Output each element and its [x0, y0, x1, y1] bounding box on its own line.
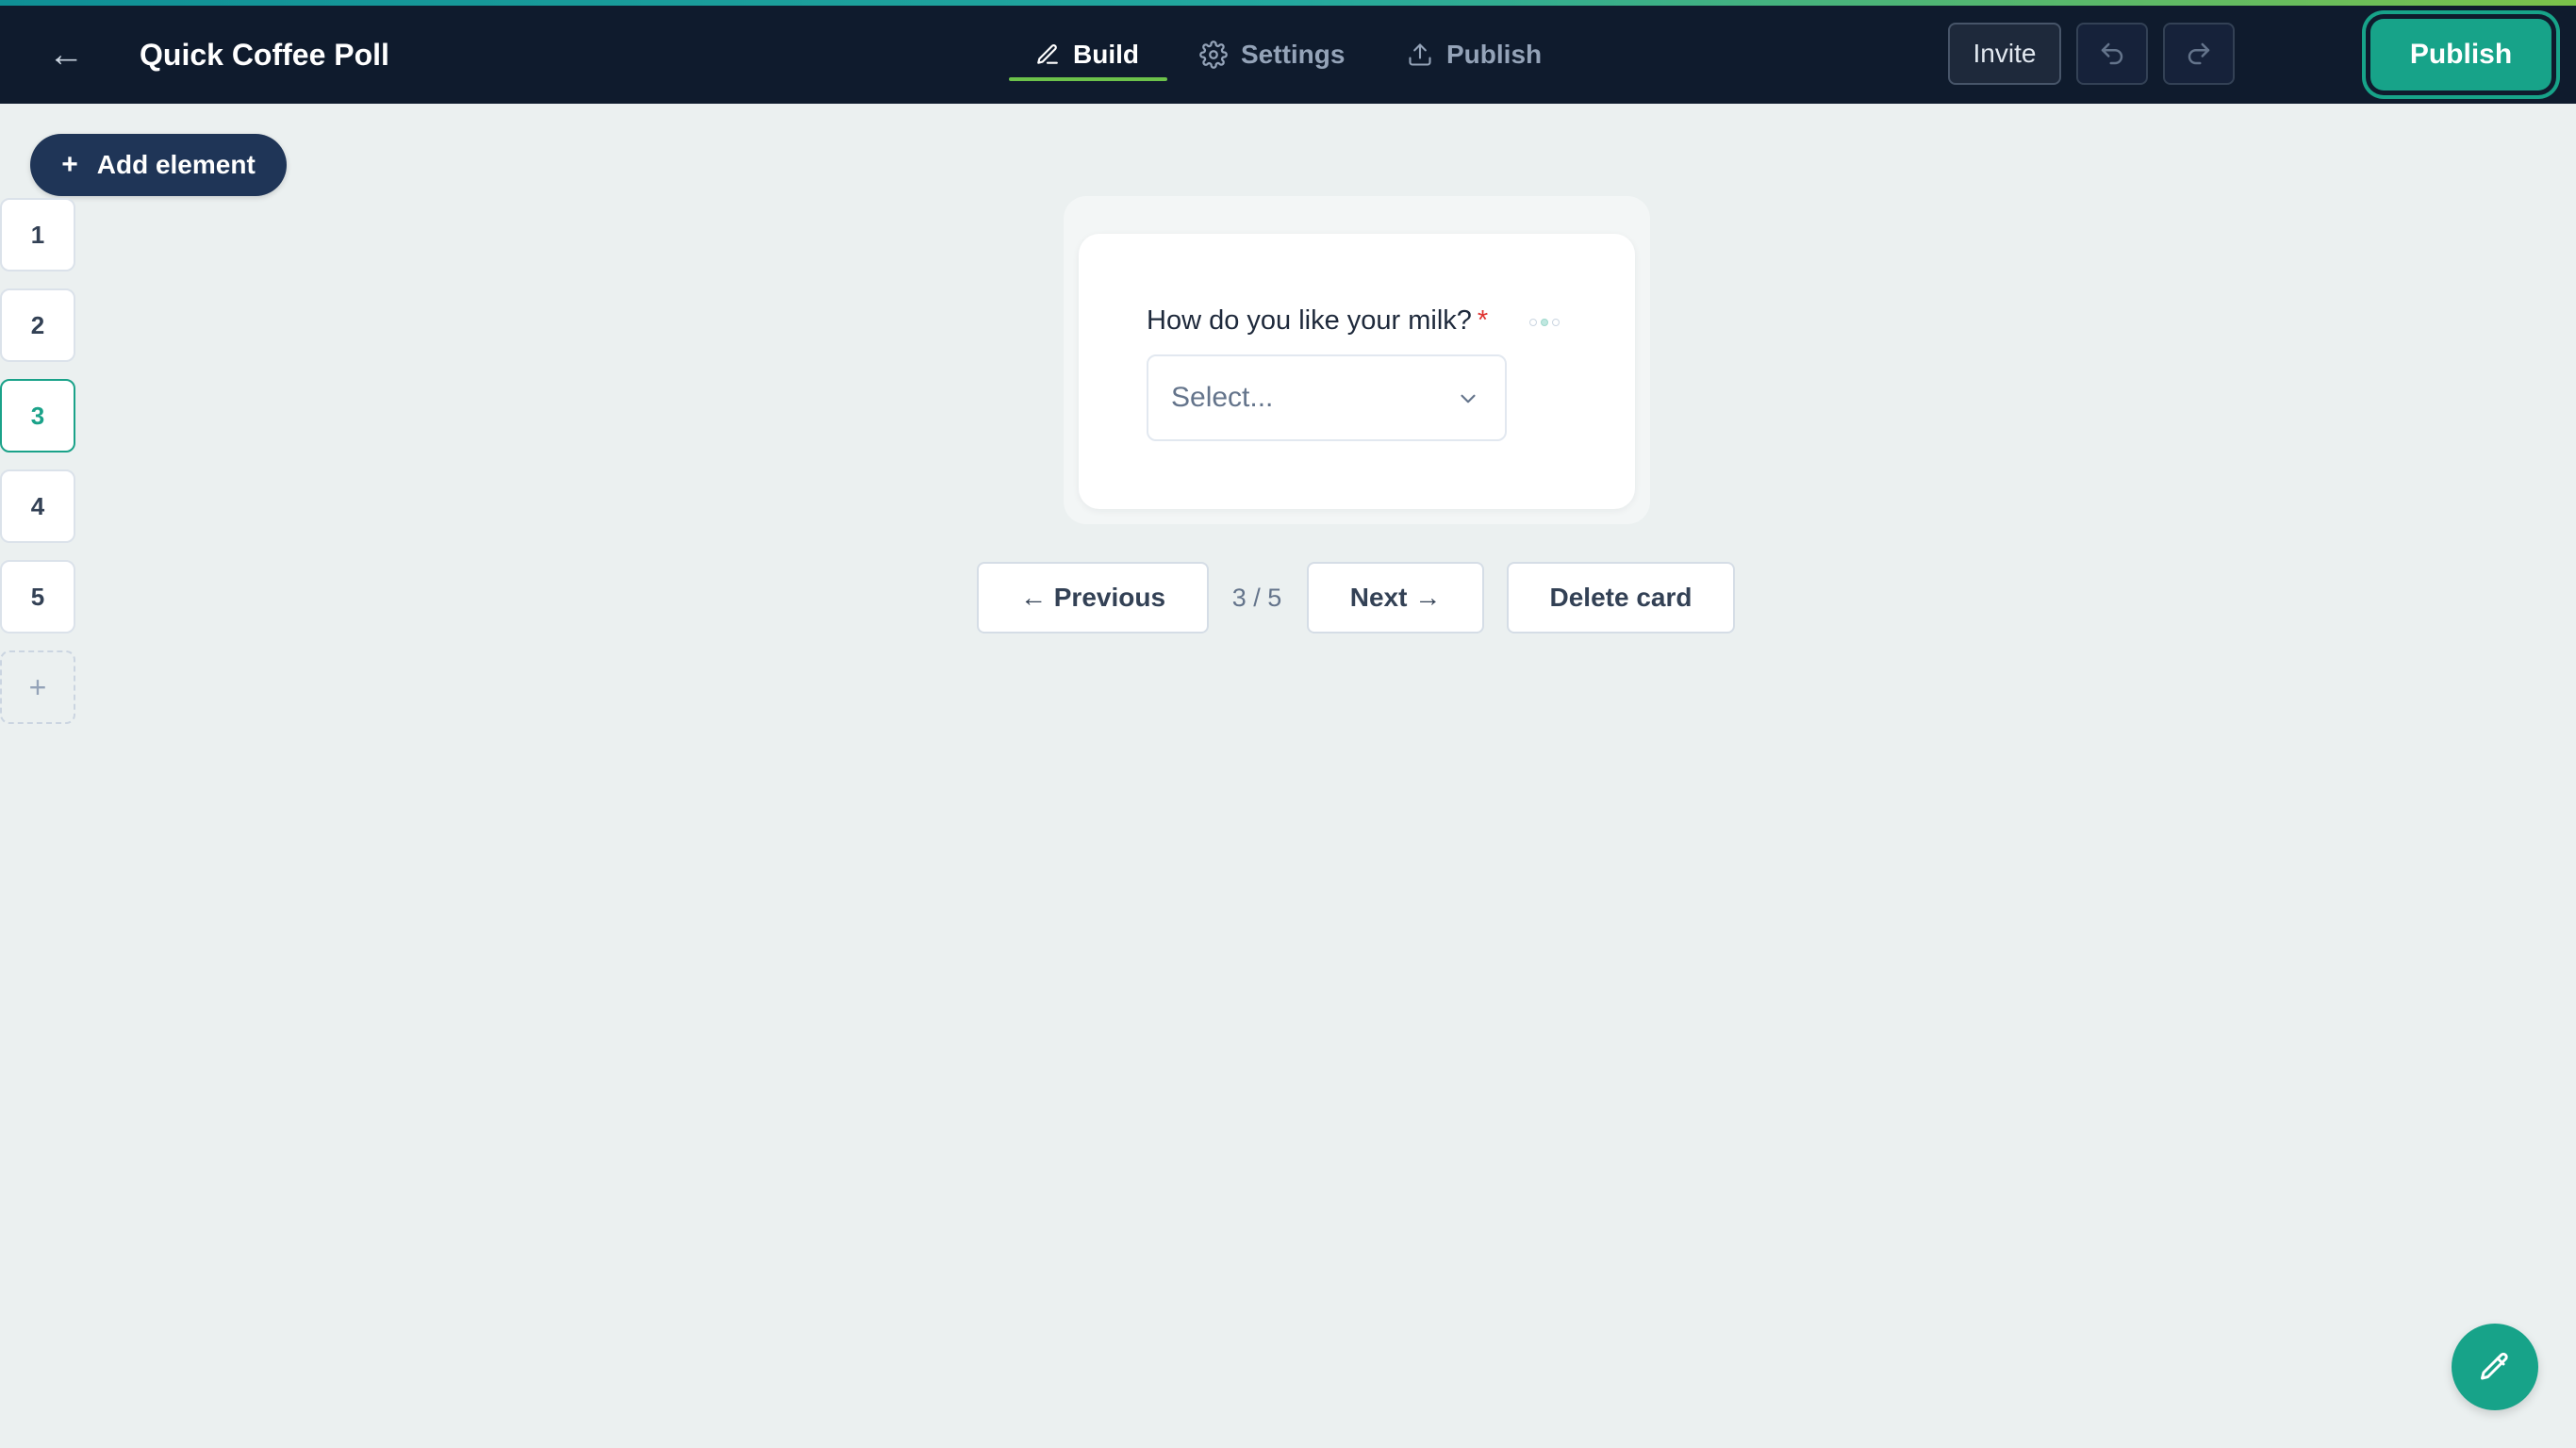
tab-settings-label: Settings — [1241, 40, 1346, 69]
redo-button[interactable] — [2163, 23, 2235, 85]
card-preview-frame: How do you like your milk? * Select... — [1064, 196, 1650, 524]
card-thumb-5[interactable]: 5 — [0, 560, 75, 634]
previous-button[interactable]: ← Previous — [977, 562, 1209, 634]
required-marker: * — [1477, 305, 1489, 336]
select-placeholder: Select... — [1171, 382, 1274, 413]
pencil-icon — [2481, 1352, 2508, 1380]
question-label: How do you like your milk? — [1147, 305, 1472, 336]
invite-button[interactable]: Invite — [1948, 23, 2061, 85]
tab-settings[interactable]: Settings — [1199, 6, 1345, 104]
delete-card-button[interactable]: Delete card — [1507, 562, 1735, 634]
undo-button[interactable] — [2076, 23, 2148, 85]
publish-button[interactable]: Publish — [2370, 19, 2551, 90]
gear-icon — [1199, 41, 1228, 69]
next-button[interactable]: Next → — [1307, 562, 1484, 634]
milk-select[interactable]: Select... — [1147, 354, 1507, 441]
tab-build[interactable]: Build — [1009, 6, 1167, 104]
active-tab-underline — [1009, 77, 1167, 81]
tab-publish-label: Publish — [1446, 40, 1543, 69]
card-thumb-3[interactable]: 3 — [0, 379, 75, 452]
card-thumb-1[interactable]: 1 — [0, 198, 75, 272]
question-text[interactable]: How do you like your milk? * — [1147, 305, 1488, 337]
back-arrow-icon[interactable]: ← — [47, 34, 85, 75]
tab-build-label: Build — [1073, 40, 1139, 69]
pencil-icon — [1037, 44, 1058, 64]
add-element-button[interactable]: + Add element — [30, 134, 287, 196]
add-card-button[interactable]: + — [0, 650, 75, 724]
page-indicator: 3 / 5 — [1231, 584, 1282, 612]
drag-handle-icon[interactable] — [1529, 319, 1560, 326]
tab-publish[interactable]: Publish — [1407, 6, 1542, 104]
form-title: Quick Coffee Poll — [140, 38, 389, 72]
edit-fab-button[interactable] — [2452, 1324, 2538, 1410]
card-thumb-4[interactable]: 4 — [0, 469, 75, 543]
add-element-label: Add element — [96, 150, 256, 179]
plus-icon: + — [61, 149, 78, 180]
chevron-down-icon — [1461, 394, 1476, 403]
card-thumb-2[interactable]: 2 — [0, 288, 75, 362]
undo-icon — [2101, 42, 2123, 65]
question-card: How do you like your milk? * Select... — [1079, 234, 1635, 509]
top-bar: ← Quick Coffee Poll Build Settings Publi… — [0, 6, 2576, 104]
redo-icon — [2188, 42, 2210, 65]
upload-icon — [1409, 43, 1431, 66]
